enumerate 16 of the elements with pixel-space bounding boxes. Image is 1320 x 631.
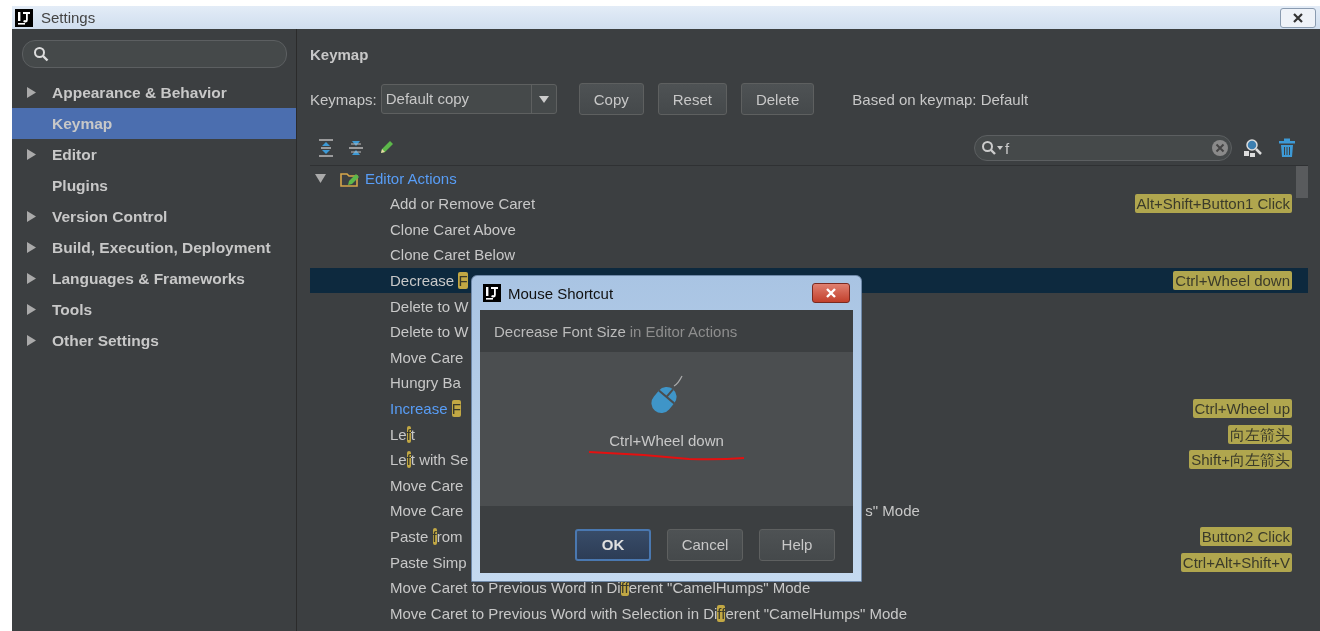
shortcut-badge: 向左箭头	[1228, 424, 1292, 444]
shortcut-badge: Alt+Shift+Button1 Click	[1134, 194, 1292, 214]
shortcut-badge: Ctrl+Wheel down	[1173, 271, 1292, 291]
shortcut-badge: Ctrl+Alt+Shift+V	[1180, 552, 1292, 572]
action-context: in Editor Actions	[629, 322, 738, 340]
shortcut-text: Ctrl+Wheel down	[609, 432, 724, 449]
shortcut-badge: Ctrl+Wheel up	[1192, 399, 1292, 419]
window-title: Settings	[41, 9, 96, 26]
section-heading: Keymap	[310, 46, 370, 65]
shortcut-badge: Shift+向左箭头	[1189, 450, 1292, 470]
keymaps-label: Keymaps:	[310, 90, 377, 108]
shortcut-badge: Button2 Click	[1199, 527, 1292, 546]
action-name: s" Mode	[865, 502, 920, 520]
based-on-text: Based on keymap: Default	[852, 90, 1029, 108]
dialog-title: Mouse Shortcut	[508, 284, 614, 302]
action-title: Decrease Font Size	[494, 322, 626, 340]
